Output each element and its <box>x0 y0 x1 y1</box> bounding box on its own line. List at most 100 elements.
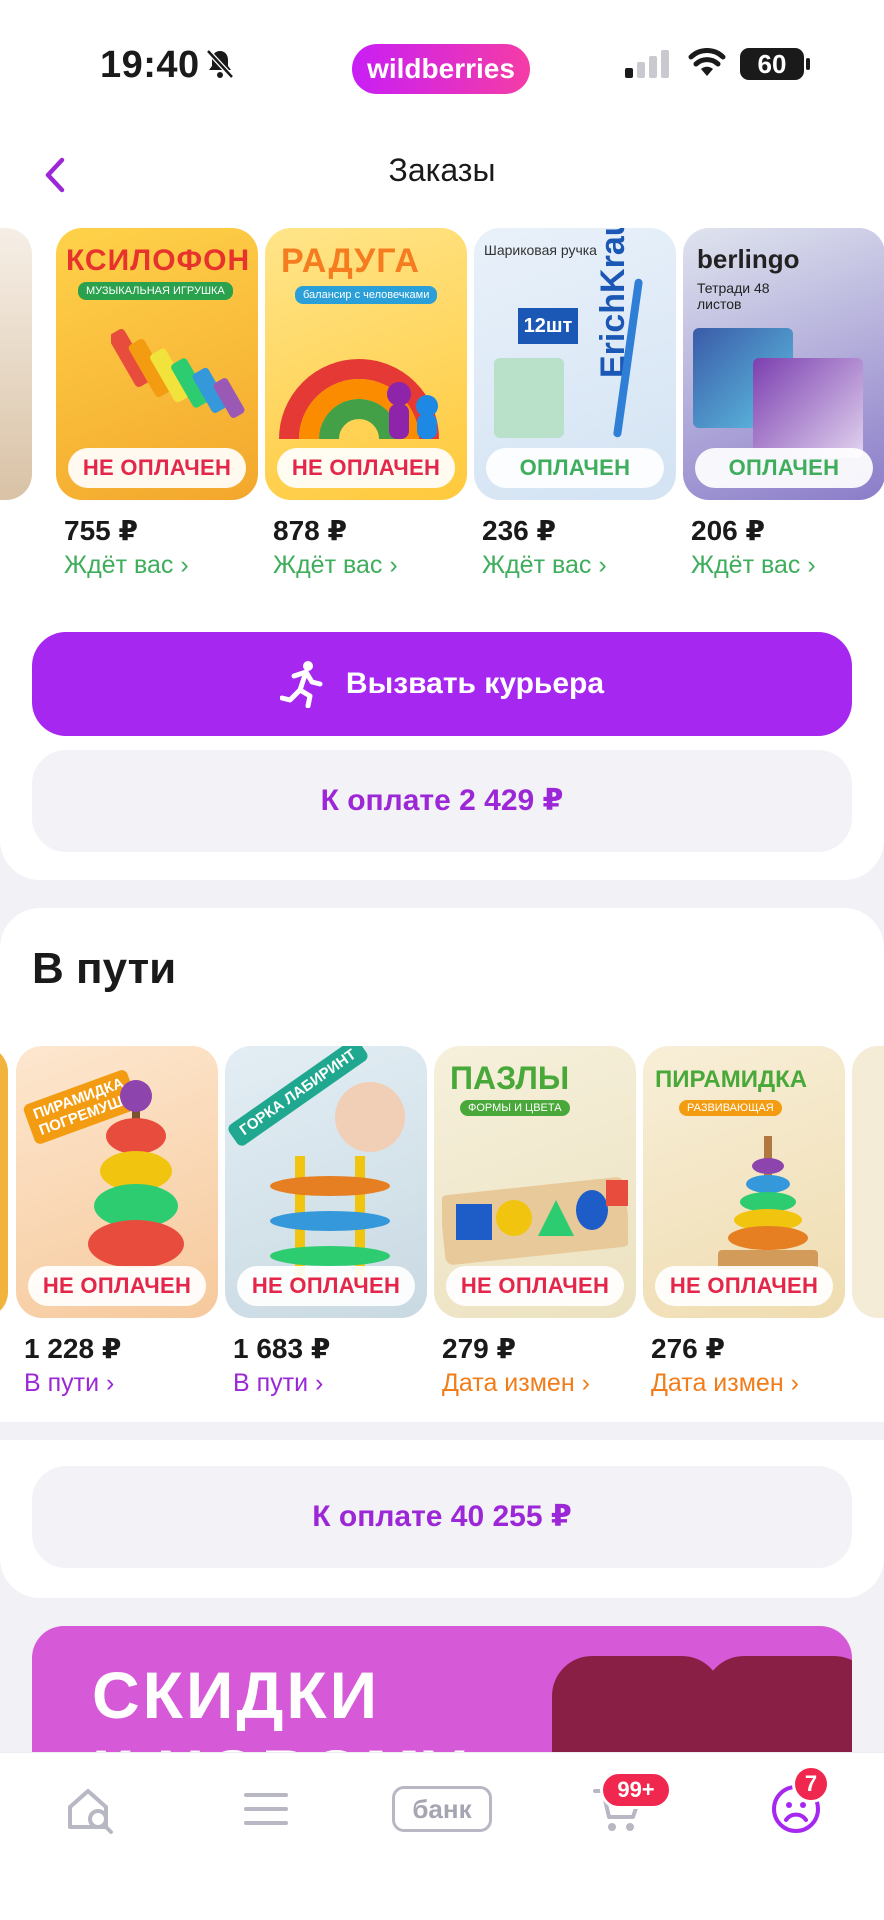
image-title: РАДУГА <box>281 242 420 280</box>
product-status-link[interactable]: В пути › <box>225 1369 427 1398</box>
product-card[interactable]: РАДУГА балансир с человечками НЕ ОПЛАЧЕН… <box>265 228 467 580</box>
product-card[interactable]: berlingo Тетради 48 листов ОПЛАЧЕН 206 ₽… <box>683 228 884 580</box>
image-title: ПАЗЛЫ <box>450 1060 570 1096</box>
product-status-link[interactable]: Ждёт вас › <box>474 551 676 580</box>
product-card[interactable]: Шариковая ручка 12шт ErichKrause ОПЛАЧЕН… <box>474 228 676 580</box>
bottom-tab-bar: банк 99+ 7 <box>0 1752 884 1920</box>
image-title: berlingo <box>697 244 800 274</box>
signal-icon <box>625 50 669 78</box>
product-status-link[interactable]: Ждёт вас › <box>265 551 467 580</box>
pending-products-row[interactable]: КСИЛОФОН МУЗЫКАЛЬНАЯ ИГРУШКА НЕ ОПЛАЧЕН … <box>0 228 884 588</box>
image-subtitle: МУЗЫКАЛЬНАЯ ИГРУШКА <box>78 282 233 300</box>
payment-badge: НЕ ОПЛАЧЕН <box>446 1266 624 1306</box>
status-text: Ждёт вас <box>64 551 174 579</box>
product-card[interactable]: КСИЛОФОН МУЗЫКАЛЬНАЯ ИГРУШКА НЕ ОПЛАЧЕН … <box>56 228 258 580</box>
shape-puzzle-image <box>442 1177 628 1265</box>
product-image: РАДУГА балансир с человечками НЕ ОПЛАЧЕН <box>265 228 467 500</box>
wifi-icon <box>688 48 726 76</box>
product-price: 279 ₽ <box>442 1333 516 1364</box>
rainbow-image <box>279 359 439 440</box>
product-price: 1 683 ₽ <box>233 1333 331 1364</box>
product-image <box>0 1046 8 1318</box>
product-price: 206 ₽ <box>691 515 765 546</box>
product-card[interactable]: ПИРАМИДКА РАЗВИВАЮЩАЯ НЕ ОПЛАЧЕН 276 ₽ Д… <box>643 1046 845 1398</box>
tab-catalog[interactable] <box>226 1779 306 1839</box>
brand-logo: wildberries <box>352 44 530 94</box>
product-price: 755 ₽ <box>64 515 138 546</box>
bank-label: банк <box>392 1786 492 1832</box>
payment-badge: НЕ ОПЛАЧЕН <box>655 1266 833 1306</box>
profile-notification-badge: 7 <box>792 1765 830 1803</box>
product-image: ПИРАМИДКА ПОГРЕМУШКА НЕ ОПЛАЧЕН <box>16 1046 218 1318</box>
tab-bank[interactable]: банк <box>392 1779 492 1839</box>
image-subtitle: Тетради 48 листов <box>697 280 770 312</box>
product-image: berlingo Тетради 48 листов ОПЛАЧЕН <box>683 228 884 500</box>
product-status-link[interactable]: Ждёт вас › <box>56 551 258 580</box>
running-person-icon <box>279 661 323 708</box>
product-image: Шариковая ручка 12шт ErichKrause ОПЛАЧЕН <box>474 228 676 500</box>
product-card-partial[interactable] <box>0 1046 8 1318</box>
status-text: Дата измен <box>442 1369 575 1397</box>
image-subtitle: РАЗВИВАЮЩАЯ <box>679 1100 782 1116</box>
section-title: В пути <box>32 944 177 993</box>
product-image <box>852 1046 884 1318</box>
status-text: В пути <box>24 1369 100 1397</box>
stacking-toy-image <box>88 1080 184 1268</box>
status-text: Дата измен <box>651 1369 784 1397</box>
cart-count-badge: 99+ <box>600 1771 672 1809</box>
chevron-right-icon: › <box>389 551 398 579</box>
product-card-partial[interactable] <box>852 1046 884 1318</box>
banner-line-1: СКИДКИ <box>92 1658 381 1732</box>
payment-badge: НЕ ОПЛАЧЕН <box>237 1266 415 1306</box>
chevron-right-icon: › <box>106 1369 115 1397</box>
product-card-partial[interactable] <box>0 228 32 500</box>
status-text: Ждёт вас <box>273 551 383 579</box>
ring-pyramid-image <box>718 1136 818 1270</box>
chevron-right-icon: › <box>790 1369 799 1397</box>
payment-badge: НЕ ОПЛАЧЕН <box>277 448 455 488</box>
status-text: Ждёт вас <box>691 551 801 579</box>
status-text: Ждёт вас <box>482 551 592 579</box>
product-card[interactable]: ПИРАМИДКА ПОГРЕМУШКА НЕ ОПЛАЧЕН 1 228 ₽ … <box>16 1046 218 1398</box>
product-price: 236 ₽ <box>482 515 556 546</box>
product-price: 878 ₽ <box>273 515 347 546</box>
tab-home[interactable] <box>50 1779 130 1839</box>
xylophone-image <box>111 328 245 418</box>
call-courier-label: Вызвать курьера <box>345 667 605 700</box>
image-title: ПИРАМИДКА <box>655 1066 808 1093</box>
chevron-right-icon: › <box>807 551 816 579</box>
product-price: 1 228 ₽ <box>24 1333 122 1364</box>
payment-badge: НЕ ОПЛАЧЕН <box>28 1266 206 1306</box>
payment-badge: ОПЛАЧЕН <box>486 448 664 488</box>
payment-badge: НЕ ОПЛАЧЕН <box>68 448 246 488</box>
transit-products-row[interactable]: ПИРАМИДКА ПОГРЕМУШКА НЕ ОПЛАЧЕН 1 228 ₽ … <box>0 1046 884 1406</box>
product-image <box>0 228 32 500</box>
product-card[interactable]: ГОРКА ЛАБИРИНТ НЕ ОПЛАЧЕН 1 683 ₽ В пути… <box>225 1046 427 1398</box>
status-text: В пути <box>233 1369 309 1397</box>
image-subtitle: балансир с человечками <box>295 286 438 304</box>
payment-badge: ОПЛАЧЕН <box>695 448 873 488</box>
image-subtitle: Шариковая ручка <box>484 242 597 258</box>
call-courier-button[interactable]: Вызвать курьера <box>32 632 852 736</box>
product-image: КСИЛОФОН МУЗЫКАЛЬНАЯ ИГРУШКА НЕ ОПЛАЧЕН <box>56 228 258 500</box>
pay-pending-button[interactable]: К оплате 2 429 ₽ <box>32 750 852 852</box>
chevron-right-icon: › <box>598 551 607 579</box>
pay-transit-button[interactable]: К оплате 40 255 ₽ <box>32 1466 852 1568</box>
battery-indicator: 60 <box>740 48 810 80</box>
image-subtitle: ФОРМЫ И ЦВЕТА <box>460 1100 570 1116</box>
product-image: ПАЗЛЫ ФОРМЫ И ЦВЕТА НЕ ОПЛАЧЕН <box>434 1046 636 1318</box>
product-status-link[interactable]: Ждёт вас › <box>683 551 884 580</box>
product-status-link[interactable]: Дата измен › <box>434 1369 636 1398</box>
product-price: 276 ₽ <box>651 1333 725 1364</box>
bell-muted-icon <box>206 49 234 79</box>
chevron-right-icon: › <box>315 1369 324 1397</box>
product-status-link[interactable]: В пути › <box>16 1369 218 1398</box>
product-image: ПИРАМИДКА РАЗВИВАЮЩАЯ НЕ ОПЛАЧЕН <box>643 1046 845 1318</box>
menu-icon <box>244 1793 288 1825</box>
chevron-right-icon: › <box>180 551 189 579</box>
page-title: Заказы <box>388 152 496 188</box>
chevron-right-icon: › <box>581 1369 590 1397</box>
image-title: КСИЛОФОН <box>66 244 251 277</box>
product-card[interactable]: ПАЗЛЫ ФОРМЫ И ЦВЕТА НЕ ОПЛАЧЕН 279 ₽ Дат… <box>434 1046 636 1398</box>
product-status-link[interactable]: Дата измен › <box>643 1369 845 1398</box>
